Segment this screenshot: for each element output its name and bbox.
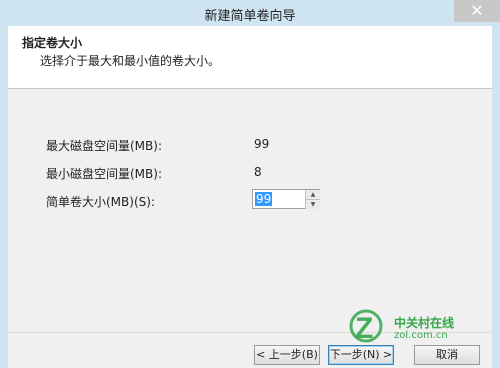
max-space-value: 99: [254, 137, 270, 151]
zol-watermark: Z 中关村在线 zol.com.cn: [346, 304, 496, 345]
zol-logo-icon: Z: [349, 309, 383, 345]
svg-text:Z: Z: [355, 312, 373, 344]
max-space-label: 最大磁盘空间量(MB):: [46, 139, 162, 153]
wizard-body: 最大磁盘空间量(MB): 99 最小磁盘空间量(MB): 8 简单卷大小(MB)…: [8, 89, 492, 332]
wizard-window: 新建简单卷向导 ✕ 指定卷大小 选择介于最大和最小值的卷大小。 最大磁盘空间量(…: [0, 0, 500, 368]
back-button[interactable]: < 上一步(B): [254, 345, 320, 365]
min-space-value: 8: [254, 165, 262, 179]
cancel-button[interactable]: 取消: [414, 345, 480, 365]
next-button[interactable]: 下一步(N) >: [328, 345, 394, 365]
window-title: 新建简单卷向导: [204, 9, 296, 24]
watermark-subtext: zol.com.cn: [394, 330, 448, 341]
watermark-text: 中关村在线: [394, 316, 455, 330]
volume-size-spinner[interactable]: 99 ▲ ▼: [252, 189, 320, 209]
wizard-header: 指定卷大小 选择介于最大和最小值的卷大小。: [8, 26, 492, 89]
volume-size-label: 简单卷大小(MB)(S):: [46, 195, 155, 209]
spinner-down-arrow-icon[interactable]: ▼: [305, 199, 320, 209]
min-space-label: 最小磁盘空间量(MB):: [46, 167, 162, 181]
volume-size-input[interactable]: 99: [255, 192, 273, 206]
close-button[interactable]: ✕: [454, 0, 500, 22]
close-icon: ✕: [470, 1, 484, 20]
step-description: 选择介于最大和最小值的卷大小。: [40, 54, 221, 68]
spinner-up-arrow-icon[interactable]: ▲: [305, 190, 320, 199]
title-bar: 新建简单卷向导 ✕: [0, 0, 500, 26]
window-border-left: [0, 26, 8, 368]
step-title: 指定卷大小: [22, 36, 83, 50]
